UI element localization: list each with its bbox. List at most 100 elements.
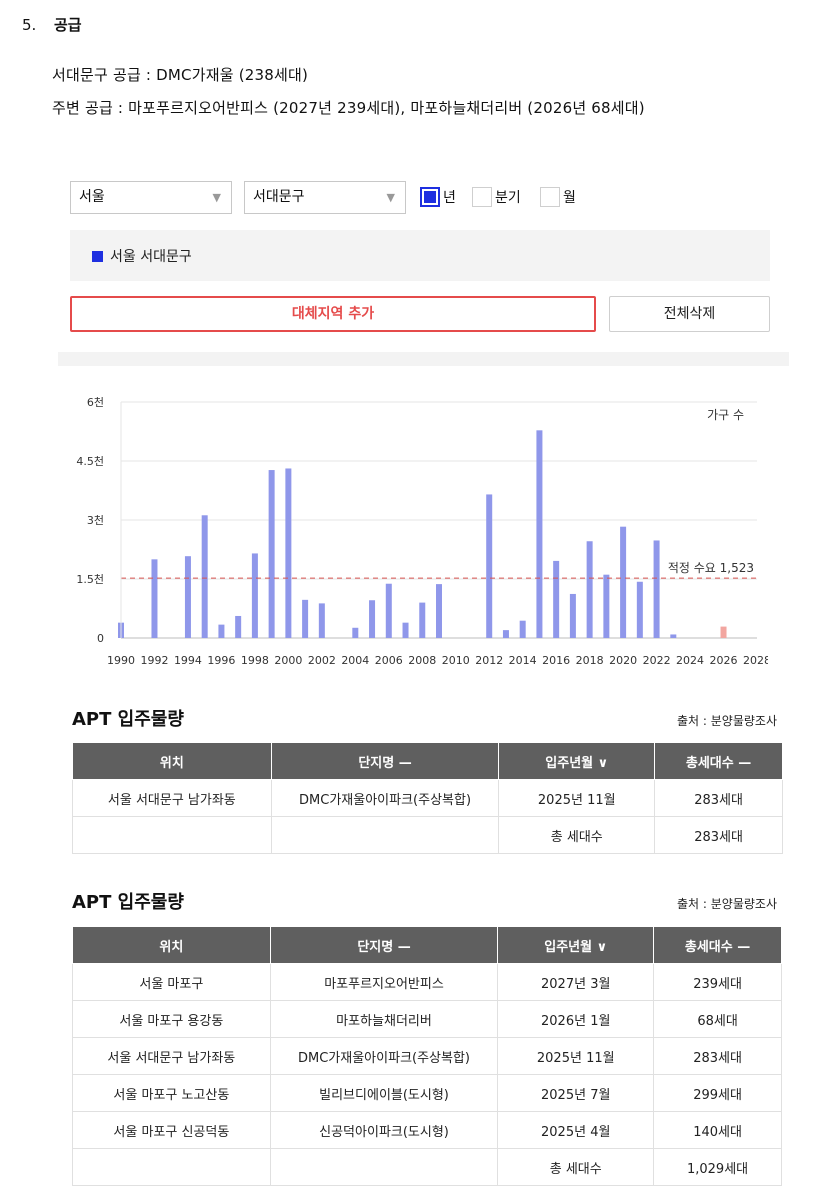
bar-2013 xyxy=(502,630,509,638)
bar-2001 xyxy=(302,599,309,638)
cell-location: 서울 마포구 xyxy=(72,963,271,1001)
total-value: 1,029세대 xyxy=(653,1148,782,1186)
year-checkbox[interactable] xyxy=(420,187,440,207)
total-row: 총 세대수 283세대 xyxy=(72,816,783,854)
table-row: 서울 마포구 용강동 마포하늘채더리버 2026년 1월 68세대 xyxy=(72,1000,782,1038)
district-supply-text: 서대문구 공급 : DMC가재울 (238세대) xyxy=(52,66,309,84)
period-quarter-option[interactable]: 분기 xyxy=(472,186,521,208)
reference-line-label: 적정 수요 1,523 xyxy=(668,561,754,575)
y-tick-label: 3천 xyxy=(87,513,104,527)
cell-location: 서울 서대문구 남가좌동 xyxy=(72,1037,271,1075)
x-tick-label: 2010 xyxy=(442,654,470,667)
city-select-value: 서울 xyxy=(79,189,105,205)
x-tick-label: 2024 xyxy=(676,654,704,667)
col-move-in-date[interactable]: 입주년월 ∨ xyxy=(498,742,656,780)
bar-2019 xyxy=(603,574,610,638)
x-tick-label: 1990 xyxy=(107,654,135,667)
y-tick-label: 4.5천 xyxy=(76,454,104,468)
x-tick-label: 2000 xyxy=(274,654,302,667)
bar-1994 xyxy=(184,556,191,638)
bar-2005 xyxy=(369,600,376,638)
table2-source: 출처 : 분양물량조사 xyxy=(677,897,777,911)
col-complex[interactable]: 단지명 — xyxy=(269,926,499,964)
col-complex[interactable]: 단지명 — xyxy=(270,742,500,780)
table-row: 서울 서대문구 남가좌동 DMC가재울아이파크(주상복합) 2025년 11월 283… xyxy=(72,779,783,817)
y-tick-label: 0 xyxy=(97,632,104,645)
bar-2022 xyxy=(653,540,660,638)
bar-1998 xyxy=(251,553,258,638)
dropdown-arrow-icon: ▼ xyxy=(212,191,221,204)
cell-total-units: 140세대 xyxy=(653,1111,782,1149)
cell-complex: 신공덕아이파크(도시형) xyxy=(269,1111,499,1149)
delete-all-button[interactable]: 전체삭제 xyxy=(609,296,770,332)
x-tick-label: 2004 xyxy=(341,654,369,667)
supply-bar-chart: 0 1.5천 3천 4.5천 6천 1990 1992 1994 1996 1998 2000 200… xyxy=(76,395,768,667)
section-divider xyxy=(58,352,789,366)
apt-move-in-table-1: 위치 단지명 — 입주년월 ∨ 총세대수 — 서울 서대문구 남가좌동 DMC가재… xyxy=(72,742,783,854)
x-tick-label: 2014 xyxy=(509,654,537,667)
table-row: 서울 서대문구 남가좌동 DMC가재울아이파크(주상복합) 2025년 11월 283… xyxy=(72,1037,782,1075)
cell-complex: 마포푸르지오어반피스 xyxy=(269,963,499,1001)
table-row: 서울 마포구 신공덕동 신공덕아이파크(도시형) 2025년 4월 140세대 xyxy=(72,1111,782,1149)
year-label: 년 xyxy=(443,190,456,206)
cell-total-units: 283세대 xyxy=(653,1037,782,1075)
y-tick-label: 1.5천 xyxy=(76,572,104,586)
period-year-option[interactable]: 년 xyxy=(420,186,456,208)
cell-move-in-date: 2027년 3월 xyxy=(497,963,655,1001)
add-region-button[interactable]: 대체지역 추가 xyxy=(70,296,596,332)
section-heading: 5. 공급 xyxy=(22,14,82,35)
bar-1997 xyxy=(235,615,242,638)
bar-2009 xyxy=(436,584,442,638)
bar-2023 xyxy=(670,634,677,638)
bar-2015 xyxy=(536,430,543,638)
cell-total-units: 299세대 xyxy=(653,1074,782,1112)
cell-total-units: 68세대 xyxy=(653,1000,782,1038)
x-tick-label: 1998 xyxy=(241,654,269,667)
col-location[interactable]: 위치 xyxy=(72,742,272,780)
x-tick-label: 2008 xyxy=(408,654,436,667)
bar-2008 xyxy=(419,602,426,638)
bar-2012 xyxy=(486,494,493,638)
total-empty-cell xyxy=(269,1148,499,1186)
table1-source: 출처 : 분양물량조사 xyxy=(677,714,777,728)
city-select[interactable]: 서울 ▼ xyxy=(70,181,232,214)
quarter-checkbox[interactable] xyxy=(472,187,492,207)
table-header-row: 위치 단지명 — 입주년월 ∨ 총세대수 — xyxy=(72,926,782,964)
x-tick-label: 2002 xyxy=(308,654,336,667)
dropdown-arrow-icon: ▼ xyxy=(386,191,395,204)
cell-complex: 마포하늘채더리버 xyxy=(269,1000,499,1038)
col-location[interactable]: 위치 xyxy=(72,926,271,964)
month-checkbox[interactable] xyxy=(540,187,560,207)
cell-move-in-date: 2026년 1월 xyxy=(497,1000,655,1038)
col-total-units[interactable]: 총세대수 — xyxy=(654,742,783,780)
series-label: 가구 수 xyxy=(707,408,744,422)
cell-move-in-date: 2025년 4월 xyxy=(497,1111,655,1149)
total-empty-cell xyxy=(270,816,500,854)
section-title: 공급 xyxy=(54,16,82,34)
cell-location: 서울 마포구 신공덕동 xyxy=(72,1111,271,1149)
total-empty-cell xyxy=(72,1148,271,1186)
section-number: 5. xyxy=(22,16,37,34)
table2-title: APT 입주물량 xyxy=(72,892,184,913)
total-empty-cell xyxy=(72,816,272,854)
x-tick-label: 2012 xyxy=(475,654,503,667)
x-tick-label: 2020 xyxy=(609,654,637,667)
apt-move-in-table-2: 위치 단지명 — 입주년월 ∨ 총세대수 — 서울 마포구 마포푸르지오어반피스 2… xyxy=(72,926,782,1186)
x-tick-label: 2018 xyxy=(576,654,604,667)
bar-2002 xyxy=(318,603,325,638)
period-month-option[interactable]: 월 xyxy=(540,186,576,208)
cell-complex: DMC가재울아이파크(주상복합) xyxy=(270,779,500,817)
region-legend: 서울 서대문구 xyxy=(70,230,770,281)
cell-complex: 빌리브디에이블(도시형) xyxy=(269,1074,499,1112)
cell-total-units: 283세대 xyxy=(654,779,783,817)
bar-2021 xyxy=(636,581,643,638)
bar-1999 xyxy=(268,470,275,638)
col-total-units[interactable]: 총세대수 — xyxy=(653,926,782,964)
legend-swatch xyxy=(92,251,103,262)
total-row: 총 세대수 1,029세대 xyxy=(72,1148,782,1186)
total-label: 총 세대수 xyxy=(497,1148,655,1186)
district-select[interactable]: 서대문구 ▼ xyxy=(244,181,406,214)
cell-total-units: 239세대 xyxy=(653,963,782,1001)
bar-2018 xyxy=(586,541,593,638)
col-move-in-date[interactable]: 입주년월 ∨ xyxy=(497,926,655,964)
